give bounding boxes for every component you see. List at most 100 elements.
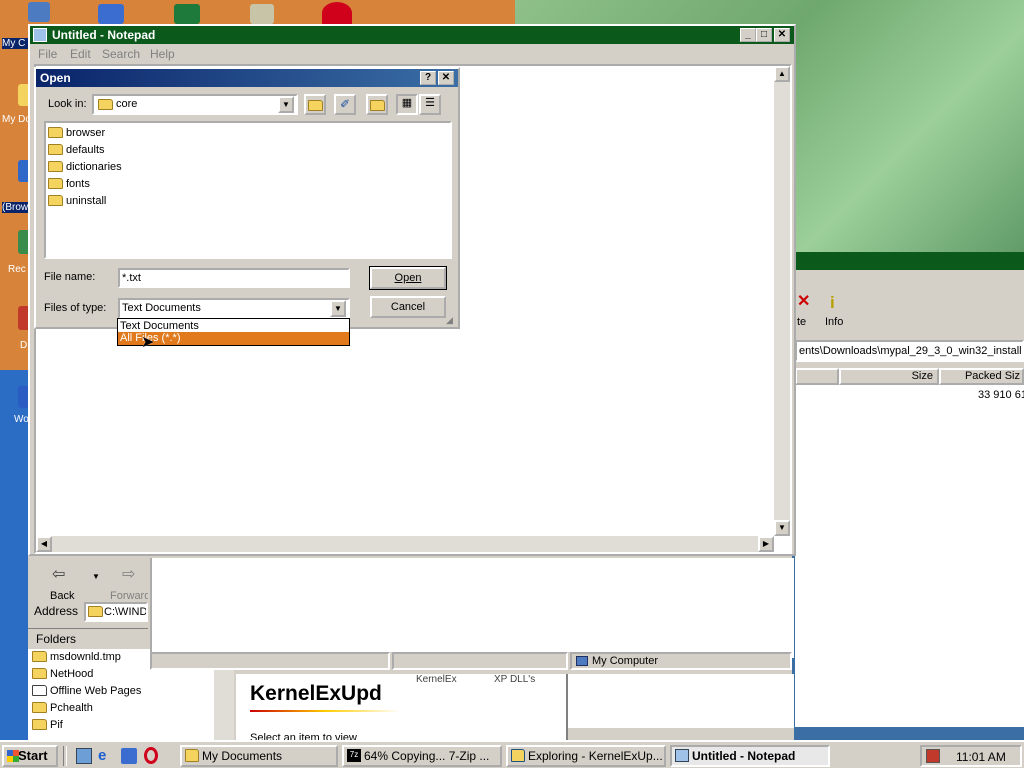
explorer-file-list[interactable] <box>566 674 794 740</box>
menu-help[interactable]: Help <box>150 47 175 61</box>
tree-item-label: NetHood <box>50 668 94 680</box>
folder-icon <box>32 702 47 713</box>
files-of-type-combo[interactable]: Text Documents ▼ <box>118 298 350 319</box>
help-button[interactable]: ? <box>420 71 436 85</box>
folder-icon <box>98 99 113 110</box>
sevenzip-path-field[interactable]: ents\Downloads\mypal_29_3_0_win32_instal… <box>795 340 1024 362</box>
look-in-combo[interactable]: core ▼ <box>92 94 298 115</box>
notepad-icon[interactable] <box>33 28 47 42</box>
address-field[interactable]: C:\WIND <box>84 602 148 622</box>
forward-arrow-icon[interactable]: ⇨ <box>122 564 135 584</box>
excel-icon[interactable] <box>174 4 200 24</box>
task-notepad[interactable]: Untitled - Notepad <box>670 745 830 767</box>
sevenzip-delete-label[interactable]: te <box>797 316 806 328</box>
minimize-button[interactable]: _ <box>740 28 756 42</box>
maximize-button[interactable]: □ <box>756 28 772 42</box>
sevenzip-col-name[interactable] <box>795 368 839 385</box>
tree-item[interactable]: Pif <box>32 719 63 731</box>
explorer-statusbar: My Computer <box>150 652 792 670</box>
up-folder-button[interactable] <box>304 94 326 115</box>
start-button[interactable]: Start <box>2 745 58 767</box>
menu-file[interactable]: File <box>38 47 57 61</box>
chevron-down-icon[interactable]: ▼ <box>278 96 294 113</box>
mouse-cursor-icon: ➤ <box>141 334 155 351</box>
list-item-label: dictionaries <box>66 161 122 173</box>
system-tray: 11:01 AM <box>920 745 1022 767</box>
desktop-button[interactable]: ✐ <box>334 94 356 115</box>
open-button[interactable]: Open <box>369 266 447 290</box>
vertical-scrollbar[interactable]: ▲ ▼ <box>774 66 790 536</box>
menu-edit[interactable]: Edit <box>70 47 91 61</box>
tree-item[interactable]: Offline Web Pages <box>32 685 141 697</box>
list-item[interactable]: browser <box>48 127 105 139</box>
resize-grip-icon[interactable]: ◢ <box>446 315 453 326</box>
column-fragment-1: KernelEx <box>416 674 457 685</box>
sevenzip-info-label[interactable]: Info <box>825 316 843 328</box>
sevenzip-titlebar <box>795 252 1024 270</box>
outlook-icon[interactable] <box>98 4 124 24</box>
sevenzip-col-packed[interactable]: Packed Siz <box>939 368 1024 385</box>
list-view-button[interactable]: ▦ <box>396 94 418 115</box>
sevenzip-window: ✕ te i Info ents\Downloads\mypal_29_3_0_… <box>795 252 1024 727</box>
tree-item-label: Offline Web Pages <box>50 685 142 697</box>
task-my-documents[interactable]: My Documents <box>180 745 338 767</box>
internet-explorer-icon[interactable]: e <box>98 748 114 764</box>
file-name-input[interactable]: *.txt <box>118 268 350 288</box>
dialog-close-button[interactable]: ✕ <box>438 71 454 85</box>
file-list[interactable]: browser defaults dictionaries fonts unin… <box>44 121 452 259</box>
scroll-up-icon[interactable]: ▲ <box>774 66 790 82</box>
new-folder-button[interactable] <box>366 94 388 115</box>
scheduler-icon[interactable] <box>250 4 274 24</box>
folders-label: Folders <box>28 628 148 648</box>
sevenzip-list[interactable]: 33 910 61 <box>795 385 1024 727</box>
open-dialog-titlebar[interactable]: Open ? ✕ <box>36 69 458 87</box>
tree-item[interactable]: msdownld.tmp <box>32 651 121 663</box>
dropdown-option-text-documents[interactable]: Text Documents <box>120 320 199 332</box>
chevron-down-icon[interactable]: ▼ <box>330 300 346 317</box>
list-item[interactable]: fonts <box>48 178 90 190</box>
scroll-left-icon[interactable]: ◀ <box>36 536 52 552</box>
scroll-right-icon[interactable]: ▶ <box>758 536 774 552</box>
explorer-content-pane[interactable] <box>150 558 794 658</box>
tree-item[interactable]: Pchealth <box>32 702 93 714</box>
task-explorer[interactable]: Exploring - KernelExUp... <box>506 745 666 767</box>
show-desktop-icon[interactable] <box>76 748 92 764</box>
notepad-title: Untitled - Notepad <box>52 28 156 42</box>
list-item[interactable]: uninstall <box>48 195 106 207</box>
back-arrow-icon[interactable]: ⇦ <box>52 564 65 584</box>
details-view-button[interactable]: ☰ <box>419 94 441 115</box>
cancel-button[interactable]: Cancel <box>370 296 446 318</box>
opera-icon[interactable] <box>322 2 352 24</box>
list-item[interactable]: dictionaries <box>48 161 122 173</box>
folder-icon <box>185 749 199 762</box>
list-item[interactable]: defaults <box>48 144 105 156</box>
clock[interactable]: 11:01 AM <box>956 750 1006 764</box>
menu-search[interactable]: Search <box>102 47 140 61</box>
task-7zip[interactable]: 7z 64% Copying... 7-Zip ... <box>342 745 502 767</box>
webview-title: KernelExUpd <box>250 682 382 705</box>
my-computer-icon[interactable] <box>28 2 50 22</box>
column-fragment-2: XP DLL's <box>494 674 536 685</box>
info-icon[interactable]: i <box>830 294 840 312</box>
opera-icon[interactable] <box>144 747 158 764</box>
outlook-express-icon[interactable] <box>121 748 137 764</box>
sevenzip-col-size[interactable]: Size <box>839 368 939 385</box>
delete-icon[interactable]: ✕ <box>797 294 810 310</box>
back-dropdown-icon[interactable]: ▼ <box>92 572 100 581</box>
scroll-down-icon[interactable]: ▼ <box>774 520 790 536</box>
forward-button[interactable]: Forward <box>110 590 148 602</box>
back-button[interactable]: Back <box>50 590 74 602</box>
notepad-titlebar[interactable]: Untitled - Notepad _ □ ✕ <box>30 26 794 44</box>
close-button[interactable]: ✕ <box>774 28 790 42</box>
address-value: C:\WIND <box>104 606 148 618</box>
tray-scheduler-icon[interactable] <box>926 749 940 763</box>
folder-icon <box>48 144 63 155</box>
task-label: 64% Copying... 7-Zip ... <box>364 749 490 763</box>
status-location-text: My Computer <box>592 655 659 667</box>
horizontal-scrollbar[interactable]: ◀ ▶ <box>36 536 774 552</box>
task-label: Exploring - KernelExUp... <box>528 749 663 763</box>
open-dialog-title: Open <box>40 71 71 85</box>
list-item-label: defaults <box>66 144 105 156</box>
tree-item[interactable]: NetHood <box>32 668 93 680</box>
file-list-scrollbar[interactable] <box>568 728 794 740</box>
